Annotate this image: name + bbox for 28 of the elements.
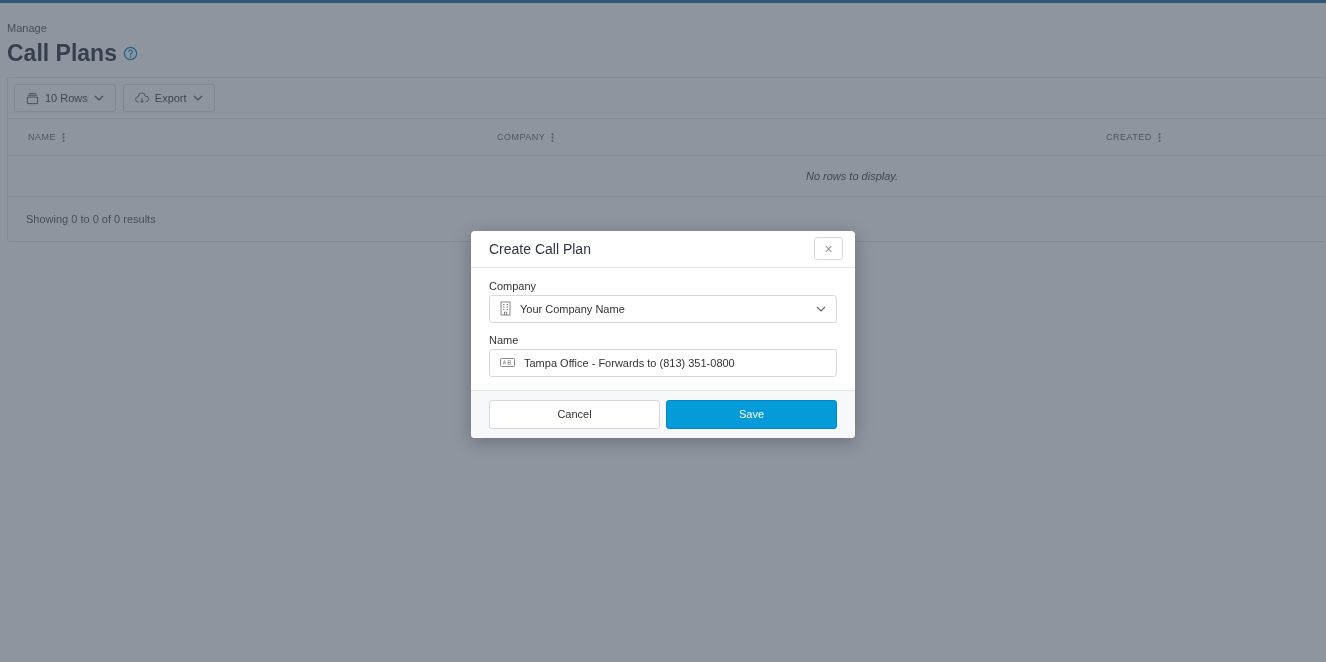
chevron-down-icon — [192, 95, 203, 101]
name-input-field[interactable]: Tampa Office - Forwards to (813) 351-0800 — [489, 348, 837, 377]
column-header[interactable]: CREATED — [1106, 132, 1152, 142]
save-button[interactable]: Save — [666, 399, 837, 429]
cancel-button[interactable]: Cancel — [489, 399, 660, 429]
dialog-title: Create Call Plan — [489, 240, 591, 257]
more-vertical-icon[interactable] — [1157, 132, 1161, 142]
page-title: Call Plans — [7, 40, 117, 67]
stack-icon — [26, 91, 39, 105]
results-summary: Showing 0 to 0 of 0 results — [26, 213, 156, 225]
help-icon[interactable] — [122, 46, 138, 61]
text-field-icon — [500, 358, 515, 367]
more-vertical-icon[interactable] — [551, 132, 555, 142]
more-vertical-icon[interactable] — [62, 132, 65, 142]
company-select[interactable]: Your Company Name — [489, 294, 837, 323]
chevron-down-icon — [93, 95, 104, 101]
breadcrumb[interactable]: Manage — [7, 22, 1326, 34]
column-header[interactable]: COMPANY — [497, 132, 546, 142]
toolbar-button[interactable]: Export — [122, 84, 215, 112]
cloud-download-icon — [134, 92, 149, 104]
field-label: Name — [489, 333, 520, 346]
empty-message: No rows to display. — [805, 170, 899, 182]
toolbar-button[interactable]: 10 Rows — [14, 84, 116, 112]
close-button[interactable]: × — [814, 237, 843, 260]
building-icon — [500, 301, 511, 316]
column-header[interactable]: NAME — [28, 132, 56, 142]
chevron-down-icon — [816, 305, 826, 312]
field-label: Company — [489, 279, 538, 292]
